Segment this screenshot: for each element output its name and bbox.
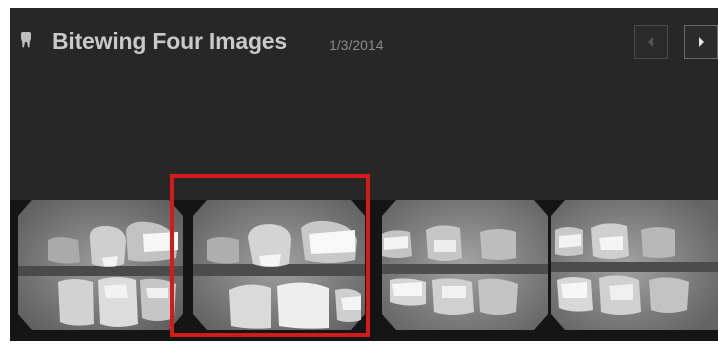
previous-button[interactable] (634, 25, 668, 59)
viewer-header: Bitewing Four Images 1/3/2014 (10, 8, 718, 68)
series-date: 1/3/2014 (329, 37, 384, 53)
next-button[interactable] (684, 25, 718, 59)
bitewing-xray-1[interactable] (18, 200, 183, 330)
chevron-right-icon (699, 37, 704, 47)
tooth-icon (21, 32, 31, 48)
bitewing-xray-4[interactable] (551, 200, 718, 330)
series-title: Bitewing Four Images (52, 28, 287, 54)
selected-thumbnail-highlight (170, 174, 370, 337)
chevron-left-icon (648, 37, 653, 47)
bitewing-xray-3[interactable] (382, 200, 548, 330)
